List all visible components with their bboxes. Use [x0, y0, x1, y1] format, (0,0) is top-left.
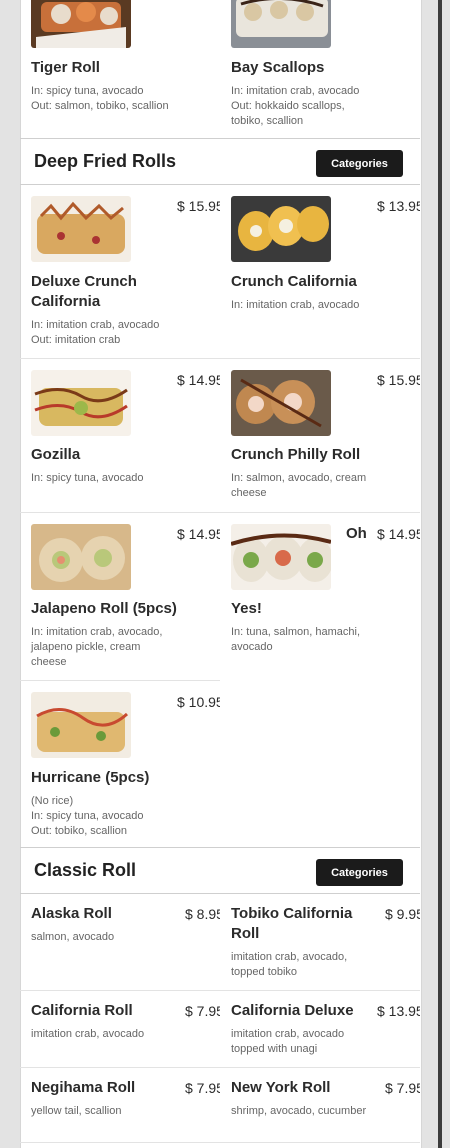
bay-scallops-image[interactable]	[231, 0, 331, 48]
item-name[interactable]: Gozilla	[31, 445, 80, 465]
item-name[interactable]: Tiger Roll	[31, 58, 100, 78]
section-divider	[20, 138, 420, 139]
item-ingredients: (No rice)	[31, 795, 74, 807]
row-divider	[20, 1142, 420, 1143]
item-ingredients: cheese	[231, 487, 267, 499]
hurricane-image[interactable]	[31, 692, 131, 758]
item-ingredients: In: imitation crab, avocado,	[31, 626, 163, 638]
item-price: $ 15.95	[177, 198, 220, 214]
scrollbar[interactable]	[438, 0, 442, 1148]
item-name[interactable]: Negihama Roll	[31, 1078, 135, 1098]
item-ingredients: In: tuna, salmon, hamachi,	[231, 626, 361, 638]
item-price: $ 9.95	[385, 906, 420, 922]
item-ingredients: In: imitation crab, avocado	[31, 319, 160, 331]
jalapeno-roll-image[interactable]	[31, 524, 131, 590]
section-divider	[20, 893, 420, 894]
item-name[interactable]: Tobiko California	[231, 904, 352, 924]
item-ingredients: Out: imitation crab	[31, 334, 121, 346]
item-price: $ 13.95	[377, 198, 420, 214]
item-price: $ 7.95	[385, 1080, 420, 1096]
item-ingredients: imitation crab, avocado	[231, 1028, 345, 1040]
item-name[interactable]: California	[31, 292, 100, 312]
item-ingredients: imitation crab, avocado	[31, 1028, 145, 1040]
item-ingredients: In: spicy tuna, avocado	[31, 472, 144, 484]
item-ingredients: cheese	[31, 656, 67, 668]
row-divider	[20, 512, 420, 513]
item-ingredients: avocado	[231, 641, 273, 653]
item-ingredients: In: spicy tuna, avocado	[31, 810, 144, 822]
row-divider	[20, 990, 420, 991]
item-ingredients: tobiko, scallion	[231, 115, 304, 127]
item-price: $ 14.95	[377, 526, 420, 542]
item-name[interactable]: Bay Scallops	[231, 58, 324, 78]
row-divider	[20, 1067, 420, 1068]
item-price: $ 7.95	[185, 1003, 220, 1019]
tiger-roll-image[interactable]	[31, 0, 131, 48]
item-name[interactable]: Deluxe Crunch	[31, 272, 137, 292]
item-name[interactable]: Jalapeno Roll (5pcs)	[31, 599, 177, 619]
crunch-california-image[interactable]	[231, 196, 331, 262]
item-ingredients: topped tobiko	[231, 966, 298, 978]
item-name[interactable]: Crunch California	[231, 272, 357, 292]
item-name[interactable]: Crunch Philly Roll	[231, 445, 360, 465]
item-name[interactable]: Hurricane (5pcs)	[31, 768, 149, 788]
item-name[interactable]: Oh	[346, 524, 367, 544]
item-price: $ 14.95	[177, 372, 220, 388]
item-ingredients: Out: salmon, tobiko, scallion	[31, 100, 169, 112]
item-ingredients: topped with unagi	[231, 1043, 318, 1055]
item-price: $ 15.95	[377, 372, 420, 388]
categories-button[interactable]: Categories	[316, 859, 403, 886]
categories-button[interactable]: Categories	[316, 150, 403, 177]
item-ingredients: In: imitation crab, avocado	[231, 85, 360, 97]
item-ingredients: jalapeno pickle, cream	[31, 641, 141, 653]
item-ingredients: salmon, avocado	[31, 931, 115, 943]
deluxe-crunch-california-image[interactable]	[31, 196, 131, 262]
row-divider	[20, 680, 220, 681]
item-name[interactable]: California Roll	[31, 1001, 133, 1021]
item-price: $ 8.95	[185, 906, 220, 922]
item-price: $ 7.95	[185, 1080, 220, 1096]
item-price: $ 10.95	[177, 694, 220, 710]
oh-yes-image[interactable]	[231, 524, 331, 590]
item-price: $ 14.95	[177, 526, 220, 542]
item-ingredients: imitation crab, avocado,	[231, 951, 348, 963]
item-ingredients: In: spicy tuna, avocado	[31, 85, 144, 97]
item-ingredients: In: imitation crab, avocado	[231, 299, 360, 311]
item-ingredients: Out: tobiko, scallion	[31, 825, 127, 837]
crunch-philly-roll-image[interactable]	[231, 370, 331, 436]
item-price: $ 13.95	[377, 1003, 420, 1019]
section-divider	[20, 847, 420, 848]
item-ingredients: shrimp, avocado, cucumber	[231, 1105, 367, 1117]
section-divider	[20, 184, 420, 185]
item-name[interactable]: Yes!	[231, 599, 262, 619]
item-ingredients: In: salmon, avocado, cream	[231, 472, 367, 484]
item-ingredients: yellow tail, scallion	[31, 1105, 122, 1117]
item-name[interactable]: New York Roll	[231, 1078, 330, 1098]
gozilla-image[interactable]	[31, 370, 131, 436]
item-name[interactable]: California Deluxe	[231, 1001, 354, 1021]
section-title: Classic Roll	[34, 860, 137, 880]
section-title: Deep Fried Rolls	[34, 151, 177, 171]
item-name[interactable]: Roll	[231, 924, 259, 944]
item-ingredients: Out: hokkaido scallops,	[231, 100, 345, 112]
row-divider	[20, 358, 420, 359]
item-name[interactable]: Alaska Roll	[31, 904, 112, 924]
